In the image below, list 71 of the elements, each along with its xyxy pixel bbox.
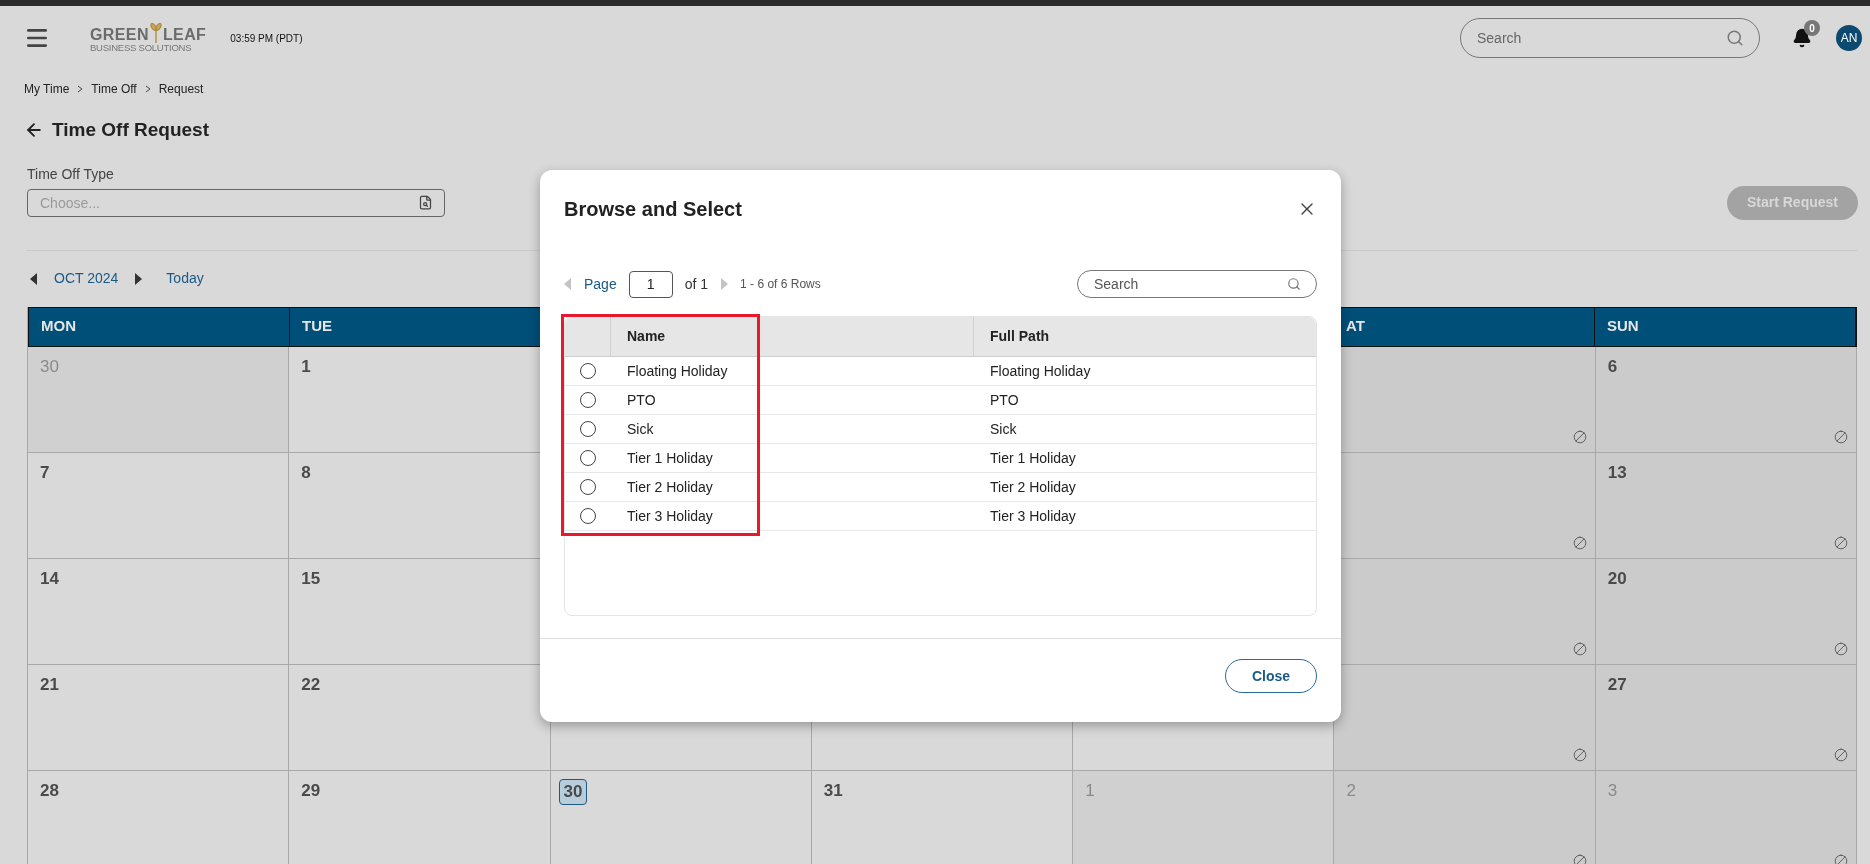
- dialog-search-field[interactable]: Search: [1077, 270, 1317, 298]
- table-cell-text: Tier 3 Holiday: [990, 506, 1076, 526]
- page-label: Page: [584, 274, 617, 294]
- table-cell-text: Tier 2 Holiday: [627, 477, 713, 497]
- day-number: 27: [1606, 673, 1628, 696]
- day-number: 15: [300, 567, 322, 590]
- calendar-day[interactable]: 13: [1595, 452, 1857, 559]
- calendar-day[interactable]: 6: [1595, 346, 1857, 453]
- calendar-day[interactable]: 27: [1595, 664, 1857, 771]
- close-button[interactable]: Close: [1224, 659, 1317, 693]
- breadcrumb-link[interactable]: My Time: [24, 80, 70, 98]
- table-cell-text: Tier 1 Holiday: [990, 448, 1076, 468]
- table-cell-text: Sick: [627, 419, 654, 439]
- table-cell-text: Floating Holiday: [990, 361, 1091, 381]
- current-time: 03:59 PM (PDT): [230, 31, 303, 46]
- caret-left-icon[interactable]: [30, 272, 38, 285]
- weekday-header: MON: [41, 316, 76, 337]
- day-number: 28: [39, 779, 60, 802]
- calendar-day[interactable]: 14: [28, 558, 290, 665]
- day-number: 8: [300, 461, 312, 484]
- table-cell-text: Tier 3 Holiday: [627, 506, 713, 526]
- day-number: 1: [300, 355, 312, 378]
- calendar-day[interactable]: 21: [28, 664, 290, 771]
- table-cell-text: PTO: [627, 390, 656, 410]
- weekday-header: TUE: [302, 316, 332, 337]
- day-number: 21: [39, 673, 60, 696]
- today-link[interactable]: Today: [166, 268, 204, 289]
- column-header[interactable]: Name: [627, 326, 666, 347]
- day-number: 3: [1606, 779, 1619, 802]
- day-number: 6: [1606, 355, 1619, 378]
- day-number: 22: [300, 673, 322, 696]
- table-cell-text: Tier 1 Holiday: [627, 448, 713, 468]
- calendar-day[interactable]: 20: [1595, 558, 1857, 665]
- time-off-type-field[interactable]: Choose...: [27, 188, 445, 217]
- breadcrumb-link[interactable]: Request: [158, 80, 204, 98]
- notification-count: 0: [1804, 20, 1820, 36]
- lookup-icon[interactable]: [418, 194, 433, 210]
- weekday-header: AT: [1346, 316, 1365, 337]
- search-icon[interactable]: [1726, 29, 1744, 47]
- search-field[interactable]: Search: [1460, 18, 1760, 58]
- table-cell-text: Tier 2 Holiday: [990, 477, 1076, 497]
- day-number: 20: [1606, 567, 1628, 590]
- day-number: 30: [39, 355, 60, 378]
- day-number: 1: [1084, 779, 1096, 802]
- table-cell-text: PTO: [990, 390, 1019, 410]
- breadcrumb-separator-icon: [77, 85, 84, 93]
- day-number: 29: [300, 779, 322, 802]
- calendar-day[interactable]: 7: [28, 452, 290, 559]
- search-icon[interactable]: [1287, 277, 1301, 291]
- row-count: 1 - 6 of 6 Rows: [740, 276, 821, 293]
- page-title: Time Off Request: [52, 118, 209, 142]
- table-cell-text: Floating Holiday: [627, 361, 728, 381]
- day-number: 2: [1345, 779, 1357, 802]
- table-cell-text: Sick: [990, 419, 1017, 439]
- breadcrumb-separator-icon: [144, 85, 151, 93]
- day-number: 30: [558, 778, 588, 805]
- user-avatar[interactable]: AN: [1836, 25, 1862, 51]
- day-number: 13: [1606, 461, 1628, 484]
- page-total: of 1: [684, 274, 709, 294]
- column-header[interactable]: Full Path: [990, 326, 1050, 347]
- day-number: 14: [39, 567, 60, 590]
- day-number: 31: [822, 779, 844, 802]
- dialog-title: Browse and Select: [564, 197, 742, 222]
- day-number: 7: [39, 461, 51, 484]
- month-label[interactable]: OCT 2024: [54, 268, 119, 289]
- logo: GREEN LEAF BUSINESS SOLUTIONS: [90, 23, 207, 53]
- weekday-header: SUN: [1607, 316, 1639, 337]
- caret-right-icon[interactable]: [134, 272, 143, 285]
- page-number-field[interactable]: 1: [628, 270, 673, 298]
- field-label: Time Off Type: [27, 164, 115, 184]
- breadcrumb-link[interactable]: Time Off: [91, 80, 137, 98]
